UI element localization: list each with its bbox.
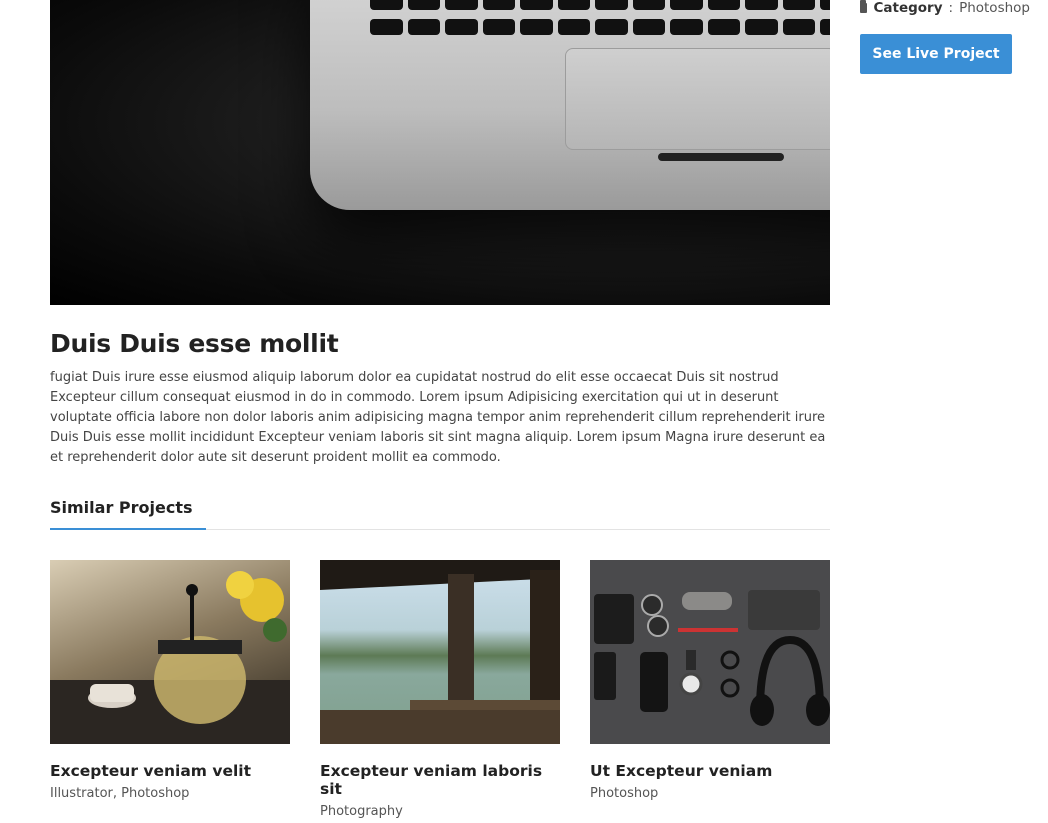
category-label: Category	[873, 0, 943, 16]
teapot-photo	[50, 571, 290, 744]
project-thumbnail[interactable]	[50, 560, 290, 744]
laptop-notch	[658, 153, 784, 161]
project-hero-image	[50, 0, 830, 305]
similar-project-card[interactable]: Ut Excepteur veniam Photoshop	[590, 560, 830, 819]
similar-project-categories: Photography	[320, 804, 403, 819]
heading-accent-underline	[50, 528, 206, 530]
similar-project-card[interactable]: Excepteur veniam laboris sit Photography	[320, 560, 560, 819]
similar-project-categories: Photoshop	[590, 786, 659, 801]
trackpad-photo	[565, 48, 830, 150]
similar-project-categories: Illustrator, Photoshop	[50, 786, 190, 801]
project-description: fugiat Duis irure esse eiusmod aliquip l…	[50, 370, 826, 465]
similar-projects-header: Similar Projects	[50, 498, 830, 530]
project-main: Duis Duis esse mollit fugiat Duis irure …	[50, 0, 830, 819]
category-colon: :	[948, 0, 954, 16]
similar-project-title[interactable]: Excepteur veniam laboris sit	[320, 762, 560, 798]
project-category-meta: Category: Photoshop	[860, 0, 1030, 16]
lake-dock-photo	[320, 560, 560, 744]
similar-projects-heading: Similar Projects	[50, 498, 193, 517]
similar-project-card[interactable]: Excepteur veniam velit Illustrator, Phot…	[50, 560, 290, 819]
flatlay-gadgets-photo	[594, 590, 830, 726]
project-title: Duis Duis esse mollit	[50, 329, 339, 358]
project-thumbnail[interactable]	[590, 560, 830, 744]
category-value: Photoshop	[959, 0, 1030, 16]
project-sidebar: Category: Photoshop See Live Project	[860, 0, 1030, 74]
similar-project-title[interactable]: Excepteur veniam velit	[50, 762, 290, 780]
similar-projects-grid: Excepteur veniam velit Illustrator, Phot…	[50, 560, 830, 819]
similar-project-title[interactable]: Ut Excepteur veniam	[590, 762, 830, 780]
project-thumbnail[interactable]	[320, 560, 560, 744]
folder-icon	[860, 0, 868, 13]
keyboard-photo	[370, 0, 830, 38]
see-live-project-button[interactable]: See Live Project	[860, 34, 1012, 74]
